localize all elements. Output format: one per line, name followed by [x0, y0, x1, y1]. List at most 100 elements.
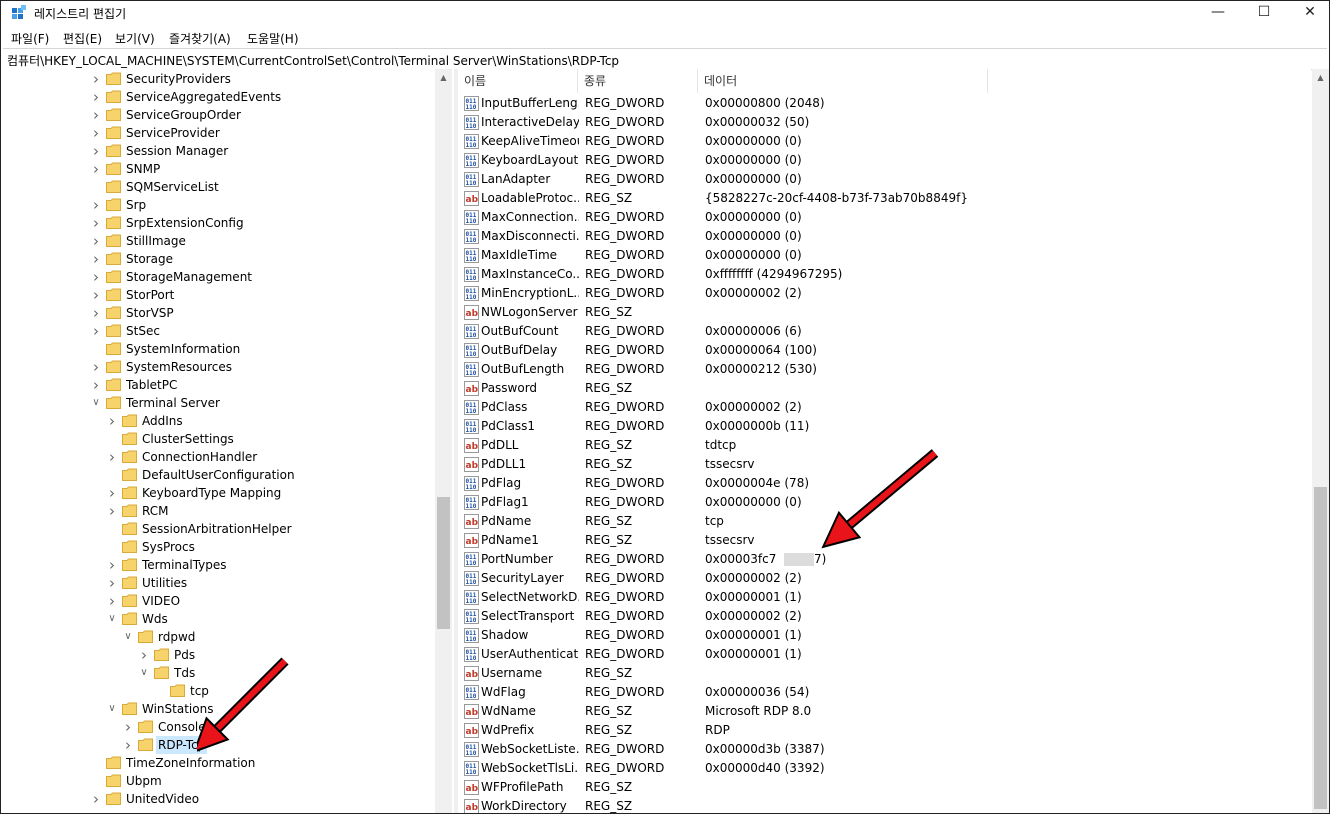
tree-item[interactable]: TimeZoneInformation	[89, 754, 433, 772]
value-row[interactable]: 011 110 MaxConnection... REG_DWORD 0x0000000…	[458, 208, 1311, 227]
menu-favorites[interactable]: 즐겨찾기(A)	[169, 30, 231, 47]
chevron-right-icon[interactable]: ›	[105, 574, 119, 592]
column-header-data[interactable]: 데이터	[698, 69, 988, 93]
value-row[interactable]: 011 110 KeepAliveTimeout REG_DWORD 0x0000000…	[458, 132, 1311, 151]
value-row[interactable]: ab Username REG_SZ	[458, 664, 1311, 683]
tree-item[interactable]: ClusterSettings	[105, 430, 433, 448]
tree-item[interactable]: › Srp	[89, 196, 433, 214]
chevron-right-icon[interactable]: ›	[105, 502, 119, 520]
column-header-name[interactable]: 이름	[458, 69, 578, 93]
chevron-right-icon[interactable]: ›	[89, 124, 103, 142]
value-row[interactable]: 011 110 PdClass REG_DWORD 0x00000002 (2)	[458, 398, 1311, 417]
tree-item[interactable]: SQMServiceList	[89, 178, 433, 196]
value-row[interactable]: ab PdName REG_SZ tcp	[458, 512, 1311, 531]
chevron-right-icon[interactable]: ›	[121, 718, 135, 736]
value-row[interactable]: ab PdDLL REG_SZ tdtcp	[458, 436, 1311, 455]
tree-item[interactable]: ∨ rdpwd	[121, 628, 433, 646]
value-row[interactable]: ab PdDLL1 REG_SZ tssecsrv	[458, 455, 1311, 474]
scroll-up-arrow-icon[interactable]: ▲	[1312, 69, 1329, 86]
value-row[interactable]: ab Password REG_SZ	[458, 379, 1311, 398]
tree-item[interactable]: › SNMP	[89, 160, 433, 178]
value-row[interactable]: 011 110 MinEncryptionL... REG_DWORD 0x000000…	[458, 284, 1311, 303]
value-row[interactable]: 011 110 OutBufLength REG_DWORD 0x00000212 (5…	[458, 360, 1311, 379]
tree-item[interactable]: › ServiceProvider	[89, 124, 433, 142]
chevron-right-icon[interactable]: ›	[121, 736, 135, 754]
values-scrollbar[interactable]: ▲	[1312, 69, 1329, 813]
tree-item[interactable]: › VIDEO	[105, 592, 433, 610]
tree-item[interactable]: ∨ WinStations	[105, 700, 433, 718]
minimize-button[interactable]: —	[1195, 1, 1241, 25]
tree-item[interactable]: › ServiceAggregatedEvents	[89, 88, 433, 106]
address-path[interactable]: 컴퓨터\HKEY_LOCAL_MACHINE\SYSTEM\CurrentCon…	[7, 52, 619, 69]
tree-item[interactable]: › StorPort	[89, 286, 433, 304]
tree-item[interactable]: › Pds	[137, 646, 433, 664]
tree-item[interactable]: › TerminalTypes	[105, 556, 433, 574]
value-row[interactable]: 011 110 OutBufDelay REG_DWORD 0x00000064 (10…	[458, 341, 1311, 360]
chevron-right-icon[interactable]: ›	[89, 106, 103, 124]
value-row[interactable]: 011 110 MaxIdleTime REG_DWORD 0x00000000 (0)	[458, 246, 1311, 265]
tree-item[interactable]: › Storage	[89, 250, 433, 268]
scroll-up-arrow-icon[interactable]: ▲	[435, 69, 452, 86]
tree-item[interactable]: › Console	[121, 718, 433, 736]
value-row[interactable]: ab NWLogonServer REG_SZ	[458, 303, 1311, 322]
value-row[interactable]: 011 110 OutBufCount REG_DWORD 0x00000006 (6)	[458, 322, 1311, 341]
chevron-right-icon[interactable]: ›	[105, 412, 119, 430]
maximize-button[interactable]: ☐	[1241, 1, 1287, 25]
close-button[interactable]: ✕	[1287, 1, 1329, 25]
menu-help[interactable]: 도움말(H)	[247, 30, 299, 47]
tree-item[interactable]: › Utilities	[105, 574, 433, 592]
value-row[interactable]: 011 110 SelectNetworkD... REG_DWORD 0x000000…	[458, 588, 1311, 607]
chevron-right-icon[interactable]: ›	[89, 196, 103, 214]
value-row[interactable]: 011 110 InputBufferLeng... REG_DWORD 0x00000…	[458, 94, 1311, 113]
tree-item[interactable]: › AddIns	[105, 412, 433, 430]
value-row[interactable]: 011 110 WebSocketListe... REG_DWORD 0x00000d…	[458, 740, 1311, 759]
tree-item[interactable]: SysProcs	[105, 538, 433, 556]
chevron-right-icon[interactable]: ›	[89, 304, 103, 322]
tree-item[interactable]: › StorageManagement	[89, 268, 433, 286]
chevron-down-icon[interactable]: ∨	[105, 610, 119, 628]
tree-item[interactable]: ∨ Tds	[137, 664, 433, 682]
value-row[interactable]: 011 110 PdFlag REG_DWORD 0x0000004e (78)	[458, 474, 1311, 493]
tree-item[interactable]: › SecurityProviders	[89, 70, 433, 88]
chevron-right-icon[interactable]: ›	[137, 646, 151, 664]
tree-item[interactable]: › UnitedVideo	[89, 790, 433, 808]
value-row[interactable]: 011 110 PortNumber REG_DWORD 0x00003fc7 7)	[458, 550, 1311, 569]
chevron-down-icon[interactable]: ∨	[105, 700, 119, 718]
chevron-right-icon[interactable]: ›	[105, 592, 119, 610]
value-row[interactable]: 011 110 UserAuthenticat... REG_DWORD 0x00000…	[458, 645, 1311, 664]
tree-item[interactable]: › StSec	[89, 322, 433, 340]
tree-item[interactable]: tcp	[153, 682, 433, 700]
tree-scroll-thumb[interactable]	[437, 497, 450, 629]
chevron-down-icon[interactable]: ∨	[89, 394, 103, 412]
value-row[interactable]: 011 110 PdFlag1 REG_DWORD 0x00000000 (0)	[458, 493, 1311, 512]
tree-item[interactable]: › SrpExtensionConfig	[89, 214, 433, 232]
tree-scrollbar[interactable]: ▲	[435, 69, 452, 813]
value-row[interactable]: ab LoadableProtoc... REG_SZ {5828227c-20cf-…	[458, 189, 1311, 208]
value-row[interactable]: ab WFProfilePath REG_SZ	[458, 778, 1311, 797]
value-row[interactable]: 011 110 WebSocketTlsLi... REG_DWORD 0x00000d…	[458, 759, 1311, 778]
value-row[interactable]: 011 110 WdFlag REG_DWORD 0x00000036 (54)	[458, 683, 1311, 702]
chevron-right-icon[interactable]: ›	[105, 556, 119, 574]
value-row[interactable]: 011 110 LanAdapter REG_DWORD 0x00000000 (0)	[458, 170, 1311, 189]
value-row[interactable]: 011 110 SelectTransport REG_DWORD 0x00000002…	[458, 607, 1311, 626]
tree-item[interactable]: › ConnectionHandler	[105, 448, 433, 466]
tree-item[interactable]: › KeyboardType Mapping	[105, 484, 433, 502]
chevron-right-icon[interactable]: ›	[89, 286, 103, 304]
address-bar[interactable]: 컴퓨터\HKEY_LOCAL_MACHINE\SYSTEM\CurrentCon…	[3, 48, 1327, 70]
value-row[interactable]: 011 110 SecurityLayer REG_DWORD 0x00000002 (…	[458, 569, 1311, 588]
tree-item[interactable]: Ubpm	[89, 772, 433, 790]
chevron-right-icon[interactable]: ›	[89, 790, 103, 808]
tree-item[interactable]: › RCM	[105, 502, 433, 520]
chevron-right-icon[interactable]: ›	[89, 88, 103, 106]
chevron-right-icon[interactable]: ›	[89, 214, 103, 232]
chevron-right-icon[interactable]: ›	[89, 376, 103, 394]
value-row[interactable]: 011 110 PdClass1 REG_DWORD 0x0000000b (11)	[458, 417, 1311, 436]
tree-item[interactable]: › TabletPC	[89, 376, 433, 394]
value-row[interactable]: 011 110 InteractiveDelay REG_DWORD 0x0000003…	[458, 113, 1311, 132]
value-row[interactable]: 011 110 Shadow REG_DWORD 0x00000001 (1)	[458, 626, 1311, 645]
chevron-down-icon[interactable]: ∨	[137, 664, 151, 682]
column-header-type[interactable]: 종류	[578, 69, 698, 93]
tree-item[interactable]: › SystemResources	[89, 358, 433, 376]
chevron-right-icon[interactable]: ›	[89, 70, 103, 88]
chevron-right-icon[interactable]: ›	[89, 322, 103, 340]
